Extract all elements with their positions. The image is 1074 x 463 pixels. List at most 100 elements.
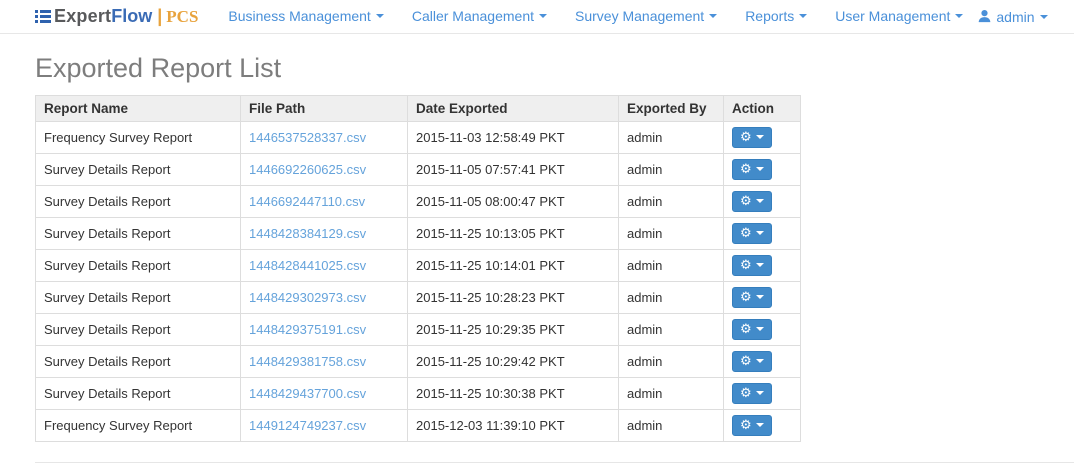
table-body: Frequency Survey Report 1446537528337.cs… (36, 122, 801, 442)
caret-down-icon (709, 14, 717, 18)
table-row: Survey Details Report 1448428384129.csv … (36, 218, 801, 250)
file-path-link[interactable]: 1448429375191.csv (249, 322, 366, 337)
action-cell: ⚙ (724, 378, 801, 410)
gear-icon: ⚙ (740, 323, 752, 336)
file-path-link[interactable]: 1449124749237.csv (249, 418, 366, 433)
action-cell: ⚙ (724, 282, 801, 314)
table-row: Survey Details Report 1448429302973.csv … (36, 282, 801, 314)
action-cell: ⚙ (724, 218, 801, 250)
action-button[interactable]: ⚙ (732, 223, 772, 244)
file-path-cell: 1448428384129.csv (241, 218, 408, 250)
caret-down-icon (756, 199, 764, 203)
gear-icon: ⚙ (740, 387, 752, 400)
file-path-link[interactable]: 1448429302973.csv (249, 290, 366, 305)
report-name-cell: Frequency Survey Report (36, 122, 241, 154)
file-path-link[interactable]: 1448428384129.csv (249, 226, 366, 241)
report-name-cell: Survey Details Report (36, 346, 241, 378)
action-button[interactable]: ⚙ (732, 127, 772, 148)
exported-by-cell: admin (619, 154, 724, 186)
gear-icon: ⚙ (740, 419, 752, 432)
table-row: Frequency Survey Report 1449124749237.cs… (36, 410, 801, 442)
page-title: Exported Report List (35, 53, 1074, 83)
table-row: Survey Details Report 1448429437700.csv … (36, 378, 801, 410)
brand-separator: | (157, 6, 162, 27)
report-name-cell: Survey Details Report (36, 378, 241, 410)
user-dropdown[interactable]: admin (977, 9, 1047, 25)
file-path-link[interactable]: 1446692260625.csv (249, 162, 366, 177)
file-path-cell: 1449124749237.csv (241, 410, 408, 442)
table-row: Survey Details Report 1448429381758.csv … (36, 346, 801, 378)
caret-down-icon (376, 14, 384, 18)
gear-icon: ⚙ (740, 355, 752, 368)
navbar: ExpertFlow|PCS Business Management Calle… (0, 0, 1074, 34)
action-button[interactable]: ⚙ (732, 191, 772, 212)
gear-icon: ⚙ (740, 131, 752, 144)
action-button[interactable]: ⚙ (732, 255, 772, 276)
nav-menu: Business Management Caller Management Su… (214, 8, 977, 26)
gear-icon: ⚙ (740, 291, 752, 304)
exported-by-cell: admin (619, 186, 724, 218)
list-grid-icon (35, 9, 51, 24)
caret-down-icon (756, 231, 764, 235)
file-path-link[interactable]: 1446692447110.csv (249, 194, 365, 209)
caret-down-icon (756, 359, 764, 363)
exported-by-cell: admin (619, 346, 724, 378)
date-exported-cell: 2015-11-05 08:00:47 PKT (408, 186, 619, 218)
header-file-path: File Path (241, 96, 408, 122)
brand-pcs-text: PCS (166, 7, 198, 27)
exported-by-cell: admin (619, 250, 724, 282)
date-exported-cell: 2015-11-25 10:14:01 PKT (408, 250, 619, 282)
caret-down-icon (756, 167, 764, 171)
report-name-cell: Survey Details Report (36, 186, 241, 218)
exported-by-cell: admin (619, 282, 724, 314)
file-path-link[interactable]: 1446537528337.csv (249, 130, 366, 145)
exported-by-cell: admin (619, 314, 724, 346)
action-cell: ⚙ (724, 410, 801, 442)
file-path-link[interactable]: 1448429437700.csv (249, 386, 366, 401)
caret-down-icon (756, 391, 764, 395)
file-path-cell: 1448429437700.csv (241, 378, 408, 410)
action-cell: ⚙ (724, 346, 801, 378)
brand-expert-text: Expert (54, 6, 111, 27)
file-path-cell: 1446692260625.csv (241, 154, 408, 186)
caret-down-icon (756, 263, 764, 267)
exported-by-cell: admin (619, 410, 724, 442)
date-exported-cell: 2015-12-03 11:39:10 PKT (408, 410, 619, 442)
action-cell: ⚙ (724, 154, 801, 186)
caret-down-icon (1040, 15, 1048, 19)
date-exported-cell: 2015-11-25 10:29:42 PKT (408, 346, 619, 378)
file-path-cell: 1448429381758.csv (241, 346, 408, 378)
nav-item-reports: Reports (731, 8, 821, 26)
gear-icon: ⚙ (740, 227, 752, 240)
header-date-exported: Date Exported (408, 96, 619, 122)
file-path-link[interactable]: 1448429381758.csv (249, 354, 366, 369)
header-exported-by: Exported By (619, 96, 724, 122)
file-path-cell: 1448429375191.csv (241, 314, 408, 346)
date-exported-cell: 2015-11-03 12:58:49 PKT (408, 122, 619, 154)
action-cell: ⚙ (724, 250, 801, 282)
file-path-cell: 1446537528337.csv (241, 122, 408, 154)
report-name-cell: Frequency Survey Report (36, 410, 241, 442)
date-exported-cell: 2015-11-05 07:57:41 PKT (408, 154, 619, 186)
file-path-link[interactable]: 1448428441025.csv (249, 258, 366, 273)
caret-down-icon (799, 14, 807, 18)
exported-by-cell: admin (619, 218, 724, 250)
header-action: Action (724, 96, 801, 122)
exported-reports-table: Report Name File Path Date Exported Expo… (35, 95, 801, 442)
action-button[interactable]: ⚙ (732, 287, 772, 308)
table-row: Survey Details Report 1446692260625.csv … (36, 154, 801, 186)
action-button[interactable]: ⚙ (732, 351, 772, 372)
action-button[interactable]: ⚙ (732, 159, 772, 180)
table-row: Survey Details Report 1448429375191.csv … (36, 314, 801, 346)
action-button[interactable]: ⚙ (732, 319, 772, 340)
action-cell: ⚙ (724, 314, 801, 346)
nav-item-survey-management: Survey Management (561, 8, 731, 26)
gear-icon: ⚙ (740, 163, 752, 176)
user-icon (977, 9, 992, 24)
report-name-cell: Survey Details Report (36, 218, 241, 250)
action-button[interactable]: ⚙ (732, 383, 772, 404)
brand-logo[interactable]: ExpertFlow|PCS (35, 6, 198, 27)
action-button[interactable]: ⚙ (732, 415, 772, 436)
caret-down-icon (756, 423, 764, 427)
date-exported-cell: 2015-11-25 10:30:38 PKT (408, 378, 619, 410)
